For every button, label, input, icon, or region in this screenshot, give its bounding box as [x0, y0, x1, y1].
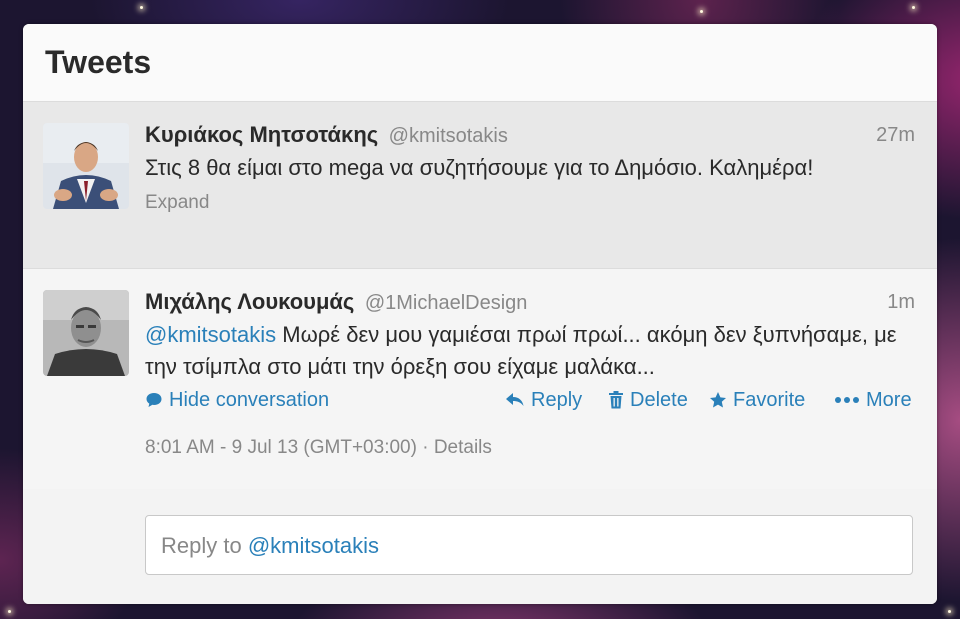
reply-mention: @kmitsotakis [247, 533, 379, 558]
tweet-timestamp[interactable]: 8:01 AM - 9 Jul 13 (GMT+03:00) [145, 437, 417, 458]
speech-bubble-icon [146, 393, 162, 407]
reply-button[interactable]: Reply [505, 385, 582, 415]
tweet-header: Κυριάκος Μητσοτάκης @kmitsotakis 27m [145, 120, 915, 150]
panel-title: Tweets [45, 44, 152, 80]
star-icon [710, 392, 726, 408]
expand-link[interactable]: Expand [145, 192, 209, 214]
tweet-author-handle[interactable]: @1MichaelDesign [365, 292, 528, 314]
delete-label: Delete [630, 389, 688, 411]
reply-label: Reply [531, 389, 583, 411]
more-button[interactable]: More [834, 385, 912, 415]
avatar[interactable] [43, 290, 129, 376]
tweet-content: Κυριάκος Μητσοτάκης @kmitsotakis 27m Στι… [145, 120, 915, 214]
hide-conversation-label: Hide conversation [169, 389, 330, 411]
tweet-author-name[interactable]: Κυριάκος Μητσοτάκης [145, 122, 378, 147]
grayscale-portrait-avatar-icon [43, 290, 129, 376]
tweet-text: Στις 8 θα είμαι στο mega να συζητήσουμε … [145, 155, 814, 180]
tweets-panel: Tweets Κυριάκος Μητσοτάκης @kmitsotakis … [23, 24, 937, 604]
background-star [700, 10, 703, 13]
reply-input[interactable]: Reply to @kmitsotakis [145, 515, 913, 575]
tweet-item[interactable]: Κυριάκος Μητσοτάκης @kmitsotakis 27m Στι… [23, 102, 937, 269]
mention-link[interactable]: @kmitsotakis [145, 322, 276, 347]
reply-arrow-icon [506, 393, 524, 406]
tweet-item[interactable]: Μιχάλης Λουκουμάς @1MichaelDesign 1m @km… [23, 269, 937, 490]
person-in-suit-avatar-icon [43, 123, 129, 209]
background-star [8, 610, 11, 613]
tweet-meta: 8:01 AM - 9 Jul 13 (GMT+03:00) · Details [145, 437, 915, 459]
background-star [912, 6, 915, 9]
trash-icon [609, 391, 623, 409]
tweet-content: Μιχάλης Λουκουμάς @1MichaelDesign 1m @km… [145, 287, 915, 459]
reply-prefix: Reply to [161, 533, 242, 558]
favorite-label: Favorite [733, 389, 806, 411]
avatar[interactable] [43, 123, 129, 209]
tweet-text: @kmitsotakis Μωρέ δεν μου γαμιέσαι πρωί … [145, 319, 915, 383]
reply-area: Reply to @kmitsotakis [23, 489, 937, 604]
tweet-author-handle[interactable]: @kmitsotakis [389, 125, 508, 147]
meta-separator: · [422, 437, 429, 458]
details-link[interactable]: Details [434, 437, 492, 458]
more-label: More [866, 389, 912, 411]
favorite-button[interactable]: Favorite [709, 385, 805, 415]
tweet-header: Μιχάλης Λουκουμάς @1MichaelDesign 1m [145, 287, 915, 317]
panel-header: Tweets [23, 24, 937, 102]
tweet-actions: Hide conversation Reply Delete Favorite … [145, 385, 915, 415]
tweet-time[interactable]: 27m [876, 120, 915, 150]
hide-conversation-button[interactable]: Hide conversation [145, 385, 329, 415]
ellipsis-icon [835, 397, 859, 403]
tweet-author-name[interactable]: Μιχάλης Λουκουμάς [145, 289, 354, 314]
background-star [948, 610, 951, 613]
background-star [140, 6, 143, 9]
delete-button[interactable]: Delete [608, 385, 688, 415]
tweet-time[interactable]: 1m [887, 287, 915, 317]
